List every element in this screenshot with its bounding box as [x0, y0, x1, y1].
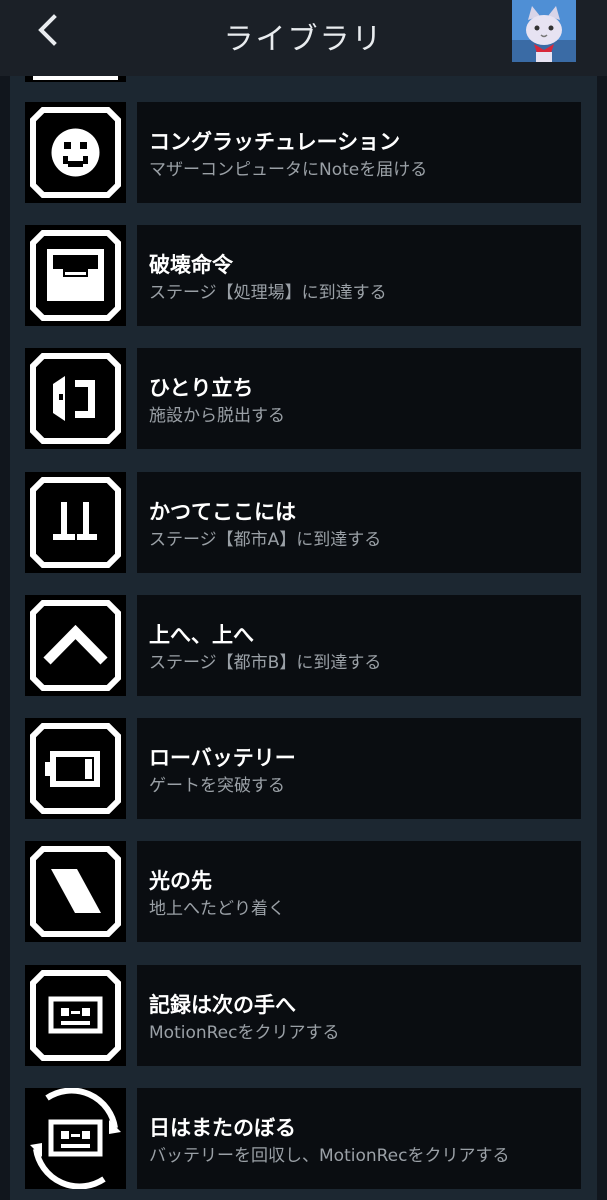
cat-avatar-icon	[512, 0, 576, 62]
achievement-item[interactable]: 光の先 地上へたどり着く	[25, 841, 581, 942]
app-header: ライブラリ	[0, 0, 607, 76]
achievement-card: 記録は次の手へ MotionRecをクリアする	[137, 965, 581, 1066]
partial-icon-above	[25, 76, 126, 82]
achievement-description: ステージ【処理場】に到達する	[149, 283, 387, 303]
achievement-item[interactable]: ローバッテリー ゲートを突破する	[25, 718, 581, 819]
achievement-item[interactable]: 破壊命令 ステージ【処理場】に到達する	[25, 225, 581, 326]
achievement-description: バッテリーを回収し、MotionRecをクリアする	[149, 1146, 510, 1166]
low-battery-icon	[25, 718, 126, 819]
achievement-card: コングラッチュレーション マザーコンピュータにNoteを届ける	[137, 102, 581, 203]
achievement-title: 上へ、上へ	[149, 623, 254, 647]
achievement-card: ひとり立ち 施設から脱出する	[137, 348, 581, 449]
achievement-title: 光の先	[149, 869, 212, 893]
achievement-item[interactable]: かつてここには ステージ【都市A】に到達する	[25, 472, 581, 573]
achievement-card: かつてここには ステージ【都市A】に到達する	[137, 472, 581, 573]
achievement-item[interactable]: 日はまたのぼる バッテリーを回収し、MotionRecをクリアする	[25, 1087, 581, 1190]
cassette-tape-icon	[25, 965, 126, 1066]
cassette-cycle-icon	[25, 1087, 126, 1190]
achievement-description: MotionRecをクリアする	[149, 1023, 340, 1043]
chevron-up-icon	[25, 595, 126, 696]
achievement-card: 日はまたのぼる バッテリーを回収し、MotionRecをクリアする	[137, 1088, 581, 1189]
achievement-title: ひとり立ち	[149, 376, 254, 400]
achievement-description: ステージ【都市B】に到達する	[149, 653, 382, 673]
achievement-description: 地上へたどり着く	[149, 899, 285, 919]
achievement-title: 日はまたのぼる	[149, 1116, 296, 1140]
smiley-face-icon	[25, 102, 126, 203]
crusher-icon	[25, 225, 126, 326]
door-exit-icon	[25, 348, 126, 449]
achievement-title: コングラッチュレーション	[149, 130, 401, 154]
achievement-title: かつてここには	[149, 500, 296, 524]
achievement-description: ステージ【都市A】に到達する	[149, 530, 382, 550]
achievement-description: ゲートを突破する	[149, 776, 285, 796]
achievement-item[interactable]: 上へ、上へ ステージ【都市B】に到達する	[25, 595, 581, 696]
achievement-description: マザーコンピュータにNoteを届ける	[149, 160, 428, 180]
achievement-card: ローバッテリー ゲートを突破する	[137, 718, 581, 819]
achievement-card: 破壊命令 ステージ【処理場】に到達する	[137, 225, 581, 326]
achievement-card: 上へ、上へ ステージ【都市B】に到達する	[137, 595, 581, 696]
achievement-title: 記録は次の手へ	[149, 993, 296, 1017]
avatar[interactable]	[512, 0, 576, 62]
city-ruins-icon	[25, 472, 126, 573]
achievement-item[interactable]: ひとり立ち 施設から脱出する	[25, 348, 581, 449]
achievement-title: ローバッテリー	[149, 746, 296, 770]
achievement-item[interactable]: コングラッチュレーション マザーコンピュータにNoteを届ける	[25, 102, 581, 203]
achievement-title: 破壊命令	[149, 253, 233, 277]
light-beam-icon	[25, 841, 126, 942]
achievement-description: 施設から脱出する	[149, 406, 285, 426]
achievement-card: 光の先 地上へたどり着く	[137, 841, 581, 942]
achievement-item[interactable]: 記録は次の手へ MotionRecをクリアする	[25, 965, 581, 1066]
